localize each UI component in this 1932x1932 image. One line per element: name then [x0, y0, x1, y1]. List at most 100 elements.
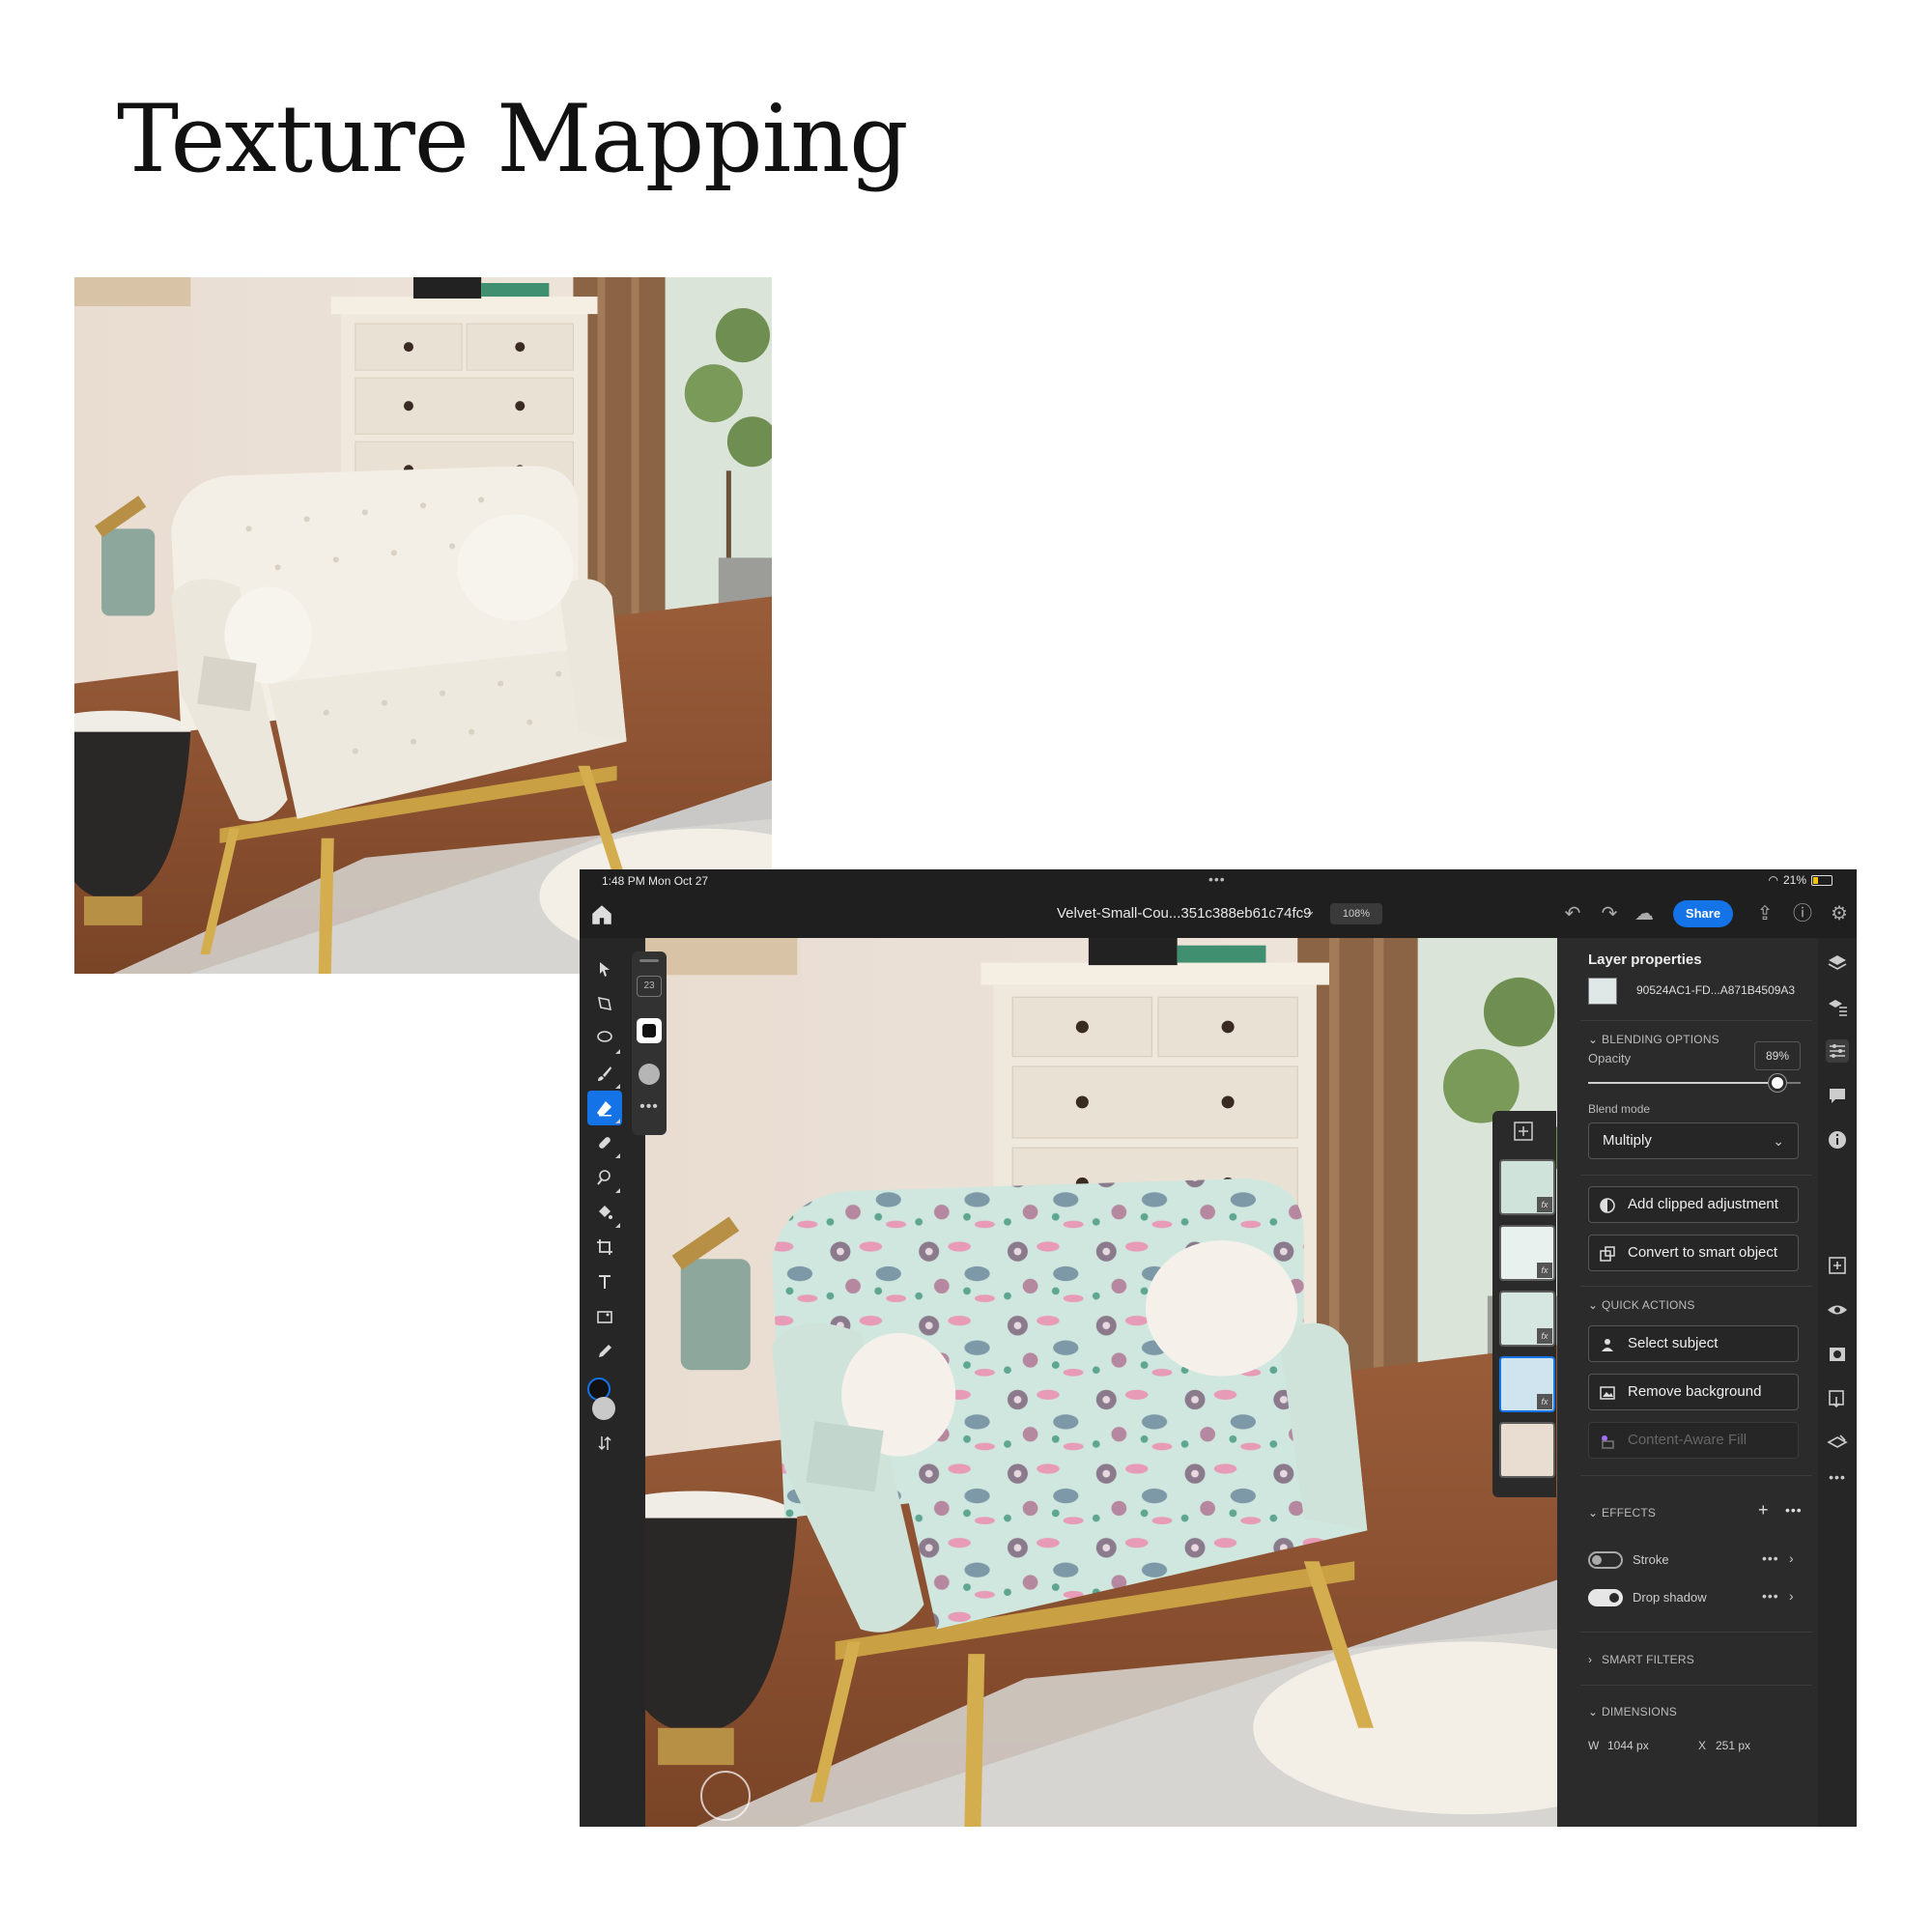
panel-title: Layer properties — [1588, 952, 1702, 968]
eyedropper-tool-icon[interactable] — [587, 1334, 622, 1369]
layer-thumbnail[interactable]: fx — [1499, 1291, 1555, 1347]
background-color-swatch[interactable] — [592, 1397, 615, 1420]
add-layer-icon[interactable] — [1513, 1121, 1534, 1142]
lasso-tool-icon[interactable] — [587, 1021, 622, 1056]
help-icon[interactable]: ⓘ — [1791, 902, 1814, 925]
section-quick-actions[interactable]: ⌄ QUICK ACTIONS — [1588, 1298, 1695, 1312]
right-rail: ••• — [1818, 938, 1857, 1827]
fx-icon: fx — [1537, 1394, 1552, 1409]
smart-object-icon — [1600, 1246, 1615, 1262]
adjustment-icon — [1600, 1198, 1615, 1213]
layer-thumbnail-selected[interactable]: fx — [1499, 1356, 1555, 1412]
status-indicators: ◠ 21% — [1768, 873, 1833, 887]
chevron-right-icon: › — [1588, 1653, 1593, 1666]
brush-flyout: 23 ••• — [632, 952, 667, 1135]
select-subject-icon — [1602, 1339, 1613, 1351]
chevron-right-icon[interactable]: › — [1789, 1550, 1794, 1566]
content-aware-fill-button[interactable]: Content-Aware Fill — [1588, 1422, 1799, 1459]
undo-icon[interactable]: ↶ — [1561, 902, 1584, 925]
merge-icon[interactable] — [1826, 1432, 1849, 1455]
layer-properties-panel: Layer properties 90524AC1-FD...A871B4509… — [1557, 938, 1818, 1827]
clip-icon[interactable] — [1826, 1387, 1849, 1410]
battery-icon — [1811, 874, 1833, 886]
chevron-down-icon[interactable]: ⌄ — [1305, 903, 1316, 919]
select-tool-icon[interactable] — [587, 952, 622, 986]
hard-brush-icon[interactable] — [637, 1018, 662, 1043]
page-title: Texture Mapping — [117, 85, 909, 193]
more-icon[interactable]: ••• — [632, 1098, 667, 1116]
layer-thumbnail[interactable]: fx — [1499, 1225, 1555, 1281]
opacity-label: Opacity — [1588, 1051, 1632, 1065]
mask-icon[interactable] — [1826, 1343, 1849, 1366]
divider — [1580, 1175, 1812, 1176]
x-value[interactable]: 251 px — [1716, 1739, 1750, 1752]
opacity-slider-knob[interactable] — [1768, 1074, 1786, 1092]
touch-shortcut-icon[interactable] — [700, 1771, 751, 1821]
crop-tool-icon[interactable] — [587, 1230, 622, 1264]
healing-tool-icon[interactable] — [587, 1125, 622, 1160]
status-time: 1:48 PM Mon Oct 27 — [602, 874, 709, 888]
section-smart-filters[interactable]: › SMART FILTERS — [1588, 1653, 1694, 1666]
blend-mode-select[interactable]: Multiply ⌄ — [1588, 1122, 1799, 1159]
comments-icon[interactable] — [1826, 1084, 1849, 1107]
section-dimensions[interactable]: ⌄ DIMENSIONS — [1588, 1705, 1677, 1719]
layers-icon[interactable] — [1826, 952, 1849, 975]
drop-shadow-more-icon[interactable]: ••• — [1762, 1588, 1779, 1604]
status-bar: 1:48 PM Mon Oct 27 ••• ◠ 21% — [580, 869, 1857, 891]
chevron-right-icon[interactable]: › — [1789, 1588, 1794, 1604]
zoom-level[interactable]: 108% — [1330, 903, 1382, 924]
remove-background-button[interactable]: Remove background — [1588, 1374, 1799, 1410]
layer-name[interactable]: 90524AC1-FD...A871B4509A3 — [1636, 983, 1795, 997]
stroke-more-icon[interactable]: ••• — [1762, 1550, 1779, 1566]
soft-brush-icon[interactable] — [639, 1064, 660, 1085]
stroke-toggle[interactable] — [1588, 1551, 1623, 1569]
home-icon[interactable] — [589, 902, 614, 927]
effects-more-icon[interactable]: ••• — [1785, 1502, 1803, 1518]
document-title[interactable]: Velvet-Small-Cou...351c388eb61c74fc9 — [1057, 905, 1312, 922]
brush-size[interactable]: 23 — [637, 976, 662, 997]
swap-colors-icon[interactable] — [587, 1426, 622, 1461]
grip-icon[interactable] — [639, 959, 659, 962]
export-icon[interactable]: ⇪ — [1753, 902, 1776, 925]
layer-thumbnail[interactable]: fx — [1499, 1159, 1555, 1215]
layer-name-thumbnail — [1588, 978, 1617, 1005]
drop-shadow-toggle[interactable] — [1588, 1589, 1623, 1606]
info-icon[interactable] — [1826, 1128, 1849, 1151]
width-value[interactable]: 1044 px — [1607, 1739, 1649, 1752]
x-label: X — [1698, 1739, 1707, 1752]
opacity-input[interactable]: 89% — [1754, 1041, 1801, 1070]
add-layer-icon[interactable] — [1826, 1254, 1849, 1277]
divider — [1580, 1020, 1812, 1021]
redo-icon[interactable]: ↷ — [1598, 902, 1621, 925]
convert-to-smart-object-button[interactable]: Convert to smart object — [1588, 1235, 1799, 1271]
add-clipped-adjustment-button[interactable]: Add clipped adjustment — [1588, 1186, 1799, 1223]
more-icon[interactable]: ••• — [1826, 1469, 1849, 1492]
share-button[interactable]: Share — [1673, 900, 1733, 927]
type-tool-icon[interactable] — [587, 1264, 622, 1299]
divider — [1580, 1632, 1812, 1633]
divider — [1580, 1475, 1812, 1476]
add-effect-icon[interactable]: + — [1758, 1500, 1769, 1520]
opacity-slider[interactable] — [1588, 1074, 1801, 1092]
fx-icon: fx — [1537, 1263, 1552, 1278]
select-subject-button[interactable]: Select subject — [1588, 1325, 1799, 1362]
canvas[interactable] — [645, 938, 1557, 1827]
eraser-tool-icon[interactable] — [587, 1091, 622, 1125]
layer-list-icon[interactable] — [1826, 996, 1849, 1019]
layer-thumbnail-background[interactable] — [1499, 1422, 1555, 1478]
fx-icon: fx — [1537, 1197, 1552, 1212]
properties-icon[interactable] — [1826, 1039, 1849, 1063]
brush-tool-icon[interactable] — [587, 1056, 622, 1091]
eye-icon[interactable] — [1826, 1298, 1849, 1321]
fill-tool-icon[interactable] — [587, 1195, 622, 1230]
divider — [1580, 1286, 1812, 1287]
section-blending-options[interactable]: ⌄ BLENDING OPTIONS — [1588, 1033, 1719, 1046]
image-tool-icon[interactable] — [587, 1299, 622, 1334]
cloud-icon[interactable]: ☁ — [1633, 902, 1656, 925]
multitask-dots-icon[interactable]: ••• — [1208, 871, 1226, 887]
transform-tool-icon[interactable] — [587, 986, 622, 1021]
section-effects[interactable]: ⌄ EFFECTS — [1588, 1506, 1656, 1520]
magic-tool-icon[interactable] — [587, 1160, 622, 1195]
remove-background-icon — [1600, 1386, 1615, 1400]
gear-icon[interactable]: ⚙ — [1828, 902, 1851, 925]
